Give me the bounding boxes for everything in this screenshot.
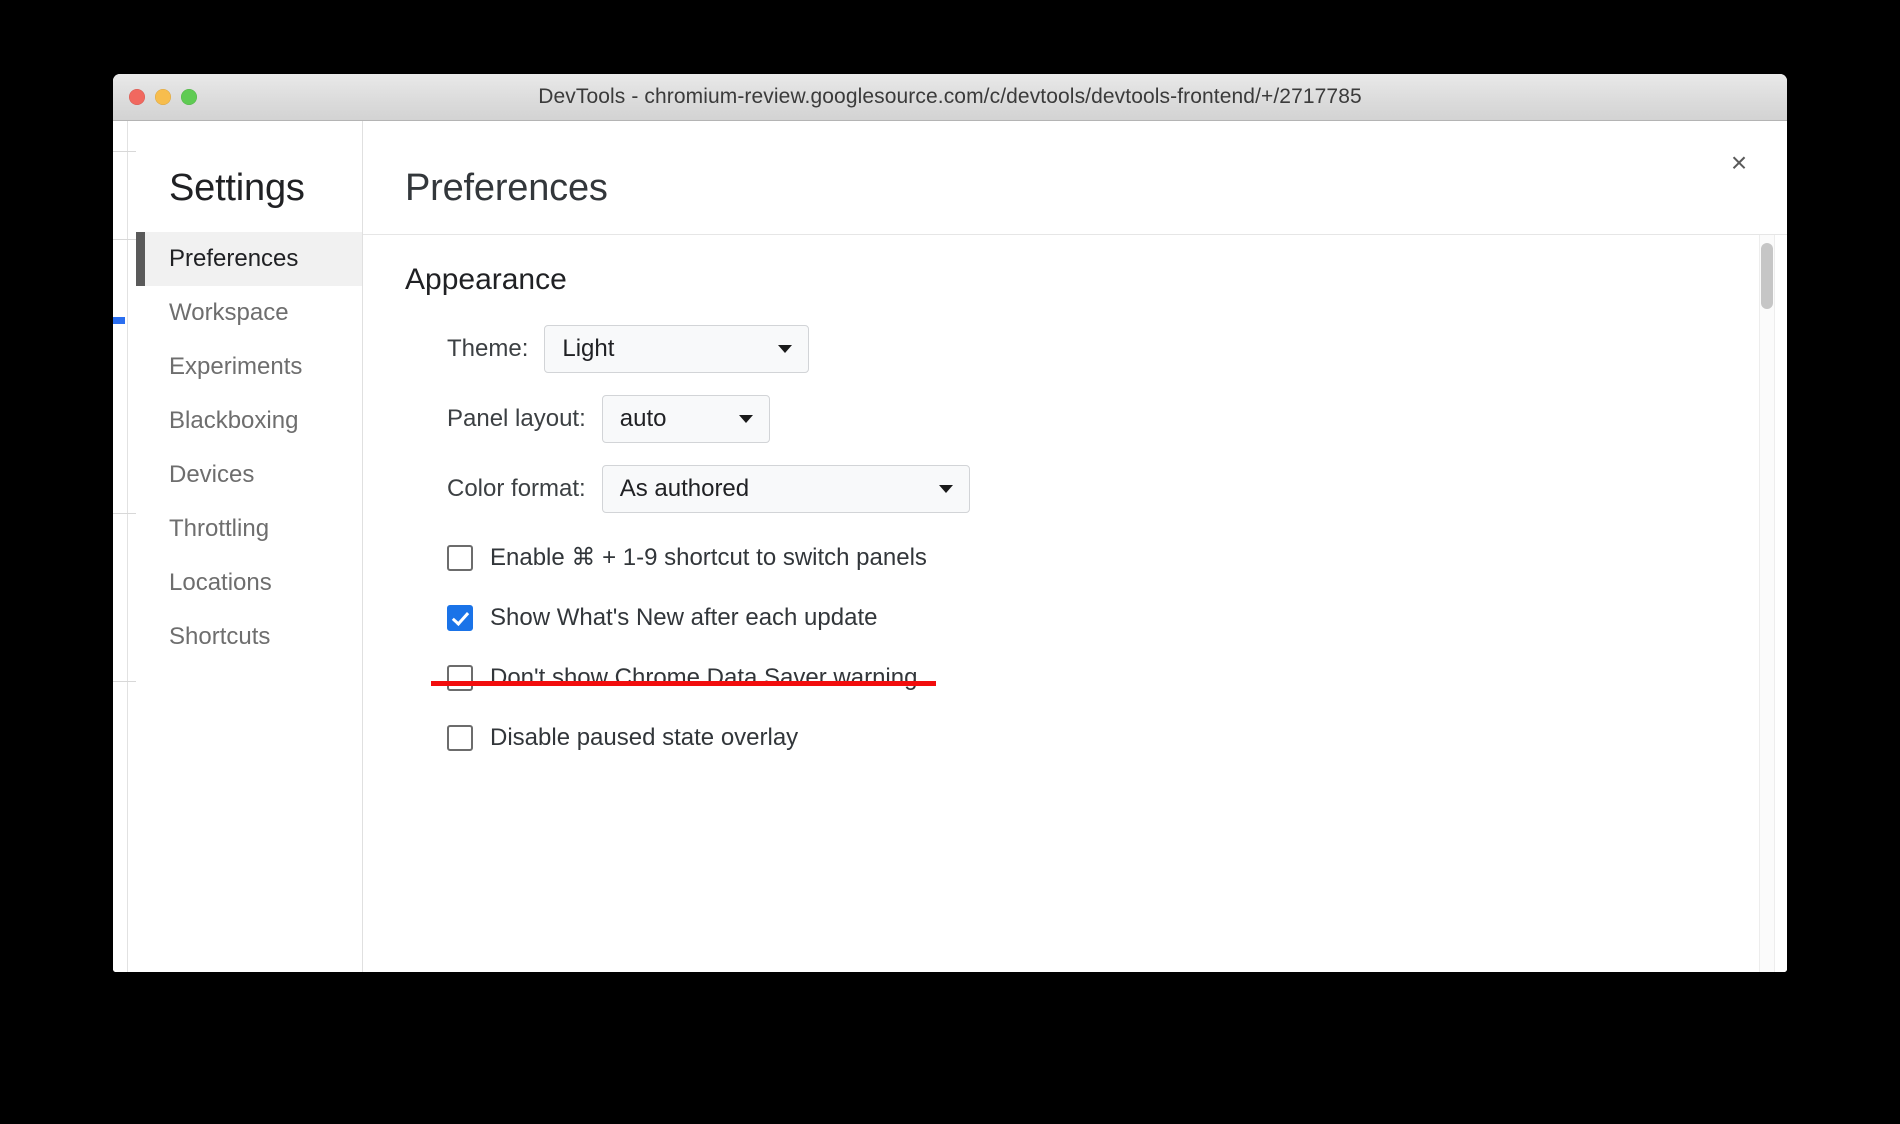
settings-sidebar: Settings Preferences Workspace Experimen… [136, 121, 363, 972]
sidebar-item-label: Experiments [169, 353, 303, 380]
sidebar-item-label: Blackboxing [169, 407, 299, 434]
underlay-vertical-rule [127, 121, 128, 972]
settings-main-panel: Preferences Appearance Theme: Light Pane… [363, 121, 1787, 972]
page-body: × Settings Preferences Workspace Experim… [113, 121, 1787, 972]
panel-layout-select-value: auto [619, 405, 667, 432]
chevron-down-icon [778, 345, 793, 353]
application-window: DevTools - chromium-review.googlesource.… [113, 74, 1787, 972]
sidebar-item-preferences[interactable]: Preferences [136, 232, 362, 286]
color-format-label: Color format: [447, 475, 586, 502]
data-saver-warning-label[interactable]: Don't show Chrome Data Saver warning [490, 664, 917, 692]
enable-shortcut-checkbox[interactable] [447, 544, 473, 571]
preferences-content: Appearance Theme: Light Panel layout: au… [363, 235, 1751, 752]
chevron-down-icon [938, 485, 953, 493]
theme-select-value: Light [562, 335, 615, 362]
data-saver-warning-checkbox[interactable] [447, 665, 473, 691]
sidebar-item-label: Locations [169, 569, 272, 596]
checkbox-row-enable-shortcut: Enable ⌘ + 1-9 shortcut to switch panels [405, 543, 1751, 572]
panel-layout-select[interactable]: auto [601, 395, 770, 443]
color-format-select[interactable]: As authored [601, 465, 970, 513]
window-titlebar: DevTools - chromium-review.googlesource.… [113, 74, 1787, 121]
field-row-color-format: Color format: As authored [405, 465, 1751, 513]
sidebar-item-throttling[interactable]: Throttling [136, 502, 362, 556]
checkbox-row-show-whats-new: Show What's New after each update [405, 604, 1751, 632]
enable-shortcut-label[interactable]: Enable ⌘ + 1-9 shortcut to switch panels [490, 543, 927, 572]
underlying-page-strip [113, 121, 136, 972]
sidebar-item-locations[interactable]: Locations [136, 556, 362, 610]
section-heading-appearance: Appearance [405, 263, 567, 296]
window-maximize-icon[interactable] [181, 89, 197, 105]
underlay-divider [113, 239, 136, 240]
sidebar-item-blackboxing[interactable]: Blackboxing [136, 394, 362, 448]
underlay-divider [113, 681, 136, 682]
sidebar-item-label: Shortcuts [169, 623, 271, 650]
show-whats-new-label[interactable]: Show What's New after each update [490, 604, 877, 632]
field-row-theme: Theme: Light [405, 325, 1751, 373]
scrollbar-thumb[interactable] [1761, 243, 1773, 309]
field-row-panel-layout: Panel layout: auto [405, 395, 1751, 443]
theme-label: Theme: [447, 335, 529, 362]
show-whats-new-checkbox[interactable] [447, 605, 473, 631]
window-minimize-icon[interactable] [155, 89, 171, 105]
sidebar-title: Settings [169, 167, 305, 209]
checkbox-row-data-saver-warning: Don't show Chrome Data Saver warning [405, 664, 1751, 692]
sidebar-item-label: Preferences [169, 245, 299, 272]
traffic-light-group [129, 89, 197, 105]
sidebar-item-devices[interactable]: Devices [136, 448, 362, 502]
sidebar-item-shortcuts[interactable]: Shortcuts [136, 610, 362, 664]
page-title: Preferences [405, 167, 608, 209]
underlay-divider [113, 151, 136, 152]
window-title: DevTools - chromium-review.googlesource.… [538, 85, 1362, 108]
disable-paused-overlay-label[interactable]: Disable paused state overlay [490, 724, 798, 752]
sidebar-item-label: Devices [169, 461, 255, 488]
settings-scroll-area[interactable]: Appearance Theme: Light Panel layout: au… [363, 234, 1787, 972]
settings-dialog: × Settings Preferences Workspace Experim… [136, 121, 1787, 972]
underlay-divider [113, 513, 136, 514]
panel-layout-label: Panel layout: [447, 405, 586, 432]
color-format-select-value: As authored [619, 475, 750, 502]
sidebar-item-experiments[interactable]: Experiments [136, 340, 362, 394]
window-close-icon[interactable] [129, 89, 145, 105]
theme-select[interactable]: Light [544, 325, 810, 373]
disable-paused-overlay-checkbox[interactable] [447, 725, 473, 751]
chevron-down-icon [738, 415, 753, 423]
settings-body: Settings Preferences Workspace Experimen… [136, 121, 1787, 972]
sidebar-item-label: Throttling [169, 515, 270, 542]
checkbox-row-disable-paused-overlay: Disable paused state overlay [405, 724, 1751, 752]
underlay-highlight-marker [113, 317, 125, 324]
sidebar-item-workspace[interactable]: Workspace [136, 286, 362, 340]
sidebar-item-label: Workspace [169, 299, 289, 326]
scrollbar-track[interactable] [1759, 235, 1775, 972]
